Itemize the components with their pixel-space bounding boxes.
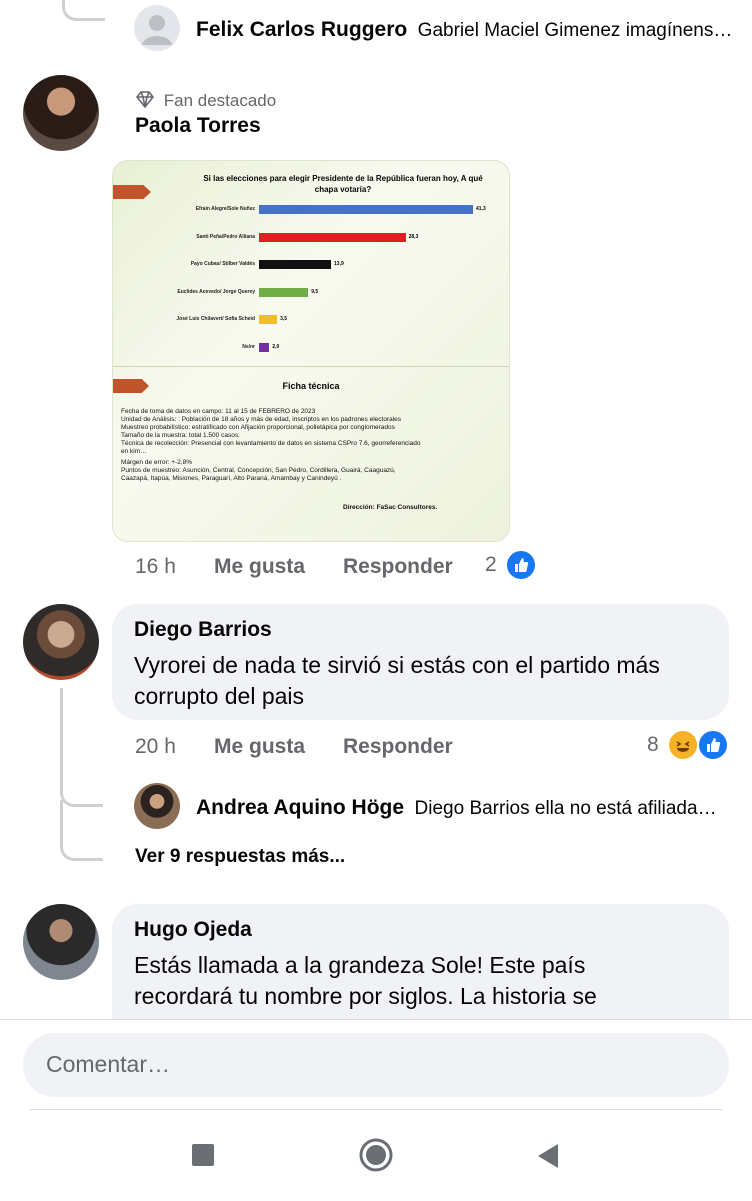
bar-value-label: 2,0 (272, 343, 280, 350)
comment-text: Vyrorei de nada te sirvió si estás con e… (134, 652, 660, 709)
arrow-decoration (113, 185, 151, 199)
bar-0 (259, 205, 473, 214)
reply-preview: Diego Barrios ella no está afiliada… (414, 798, 717, 819)
reply-felix[interactable]: Felix Carlos Ruggero Gabriel Maciel Gime… (196, 18, 736, 42)
comment-time: 20 h (135, 735, 176, 758)
ficha-line: Márgen de error: +-2,8% (121, 459, 192, 466)
laughing-face-icon (676, 741, 690, 752)
thread-connector (62, 0, 105, 21)
bar-category-label: Euclides Acevedo/ Jorge Querey (177, 288, 255, 295)
avatar-andrea[interactable] (134, 783, 180, 829)
comment-time: 16 h (135, 555, 176, 578)
bar-category-label: Payo Cubas/ Stilber Valdés (190, 261, 255, 267)
avatar-felix[interactable] (134, 5, 180, 51)
ficha-title: Ficha técnica (282, 381, 340, 391)
bar-category-label: Efraín Alegre/Sole Nuñez (195, 206, 255, 212)
bar-category-label: Santi Peña/Pedro Alliana (196, 233, 255, 240)
like-button[interactable]: Me gusta (214, 735, 305, 759)
back-triangle-icon (538, 1144, 558, 1168)
bar-2 (259, 260, 332, 269)
back-icon[interactable] (536, 1143, 560, 1169)
like-reaction-icon[interactable] (697, 729, 729, 761)
view-more-replies[interactable]: Ver 9 respuestas más... (135, 846, 345, 868)
badge-label: Fan destacado (163, 91, 277, 110)
bar-category-label: José Luis Chilavert/ Sofía Scheid (176, 316, 255, 322)
bar-category-label: Ns/nr (242, 343, 255, 350)
avatar-hugo[interactable] (23, 904, 99, 980)
chart-title: Si las elecciones para elegir Presidente… (203, 174, 483, 194)
diamond-icon (135, 91, 155, 109)
ficha-line: Muestreo probabilístico: estratificado c… (121, 424, 395, 431)
home-circle-icon (359, 1138, 393, 1172)
reply-author[interactable]: Felix Carlos Ruggero (196, 18, 407, 41)
reply-preview: Gabriel Maciel Gimenez imagínens… (417, 20, 733, 41)
ficha-line: Fecha de toma de datos en campo: 11 al 1… (121, 408, 316, 415)
direccion: Dirección: FaSac Consultores. (343, 504, 438, 511)
thread-connector (60, 800, 103, 861)
ficha-line: Tamaño de la muestra: total 1.500 casos. (121, 432, 240, 439)
ficha-line: Caazapá, Itapúa, Misiones, Paraguarí, Al… (121, 475, 342, 482)
comment-bubble[interactable]: Diego Barrios Vyrorei de nada te sirvió … (112, 604, 729, 720)
recent-apps-icon[interactable] (192, 1144, 214, 1166)
reaction-count[interactable]: 2 (485, 553, 497, 577)
reaction-count[interactable]: 8 (647, 733, 659, 757)
poll-image[interactable]: Si las elecciones para elegir Presidente… (112, 160, 510, 542)
bar-value-label: 13,9 (334, 261, 344, 267)
bar-value-label: 3,5 (280, 316, 288, 322)
bar-value-label: 9,5 (311, 288, 319, 295)
bar-3 (259, 287, 309, 297)
bar-value-label: 41,3 (476, 206, 486, 212)
ficha-line: en kim… (121, 448, 147, 455)
home-icon[interactable] (359, 1138, 393, 1172)
reply-button[interactable]: Responder (343, 555, 453, 579)
comment-author[interactable]: Paola Torres (135, 114, 261, 138)
ficha-line: Técnica de recolección: Presencial con l… (121, 440, 421, 447)
ficha-line: Puntos de muestreo: Asunción, Central, C… (121, 467, 396, 474)
comment-placeholder: Comentar… (46, 1051, 170, 1077)
comment-author[interactable]: Diego Barrios (134, 618, 272, 642)
thumbs-up-icon (707, 738, 721, 752)
thumbs-up-icon (515, 558, 529, 572)
comment-author[interactable]: Hugo Ojeda (134, 918, 252, 942)
divider (113, 366, 509, 367)
like-reaction-icon[interactable] (505, 549, 537, 581)
bar-value-label: 28,3 (408, 233, 419, 240)
haha-reaction-icon[interactable] (667, 729, 699, 761)
comment-text: Estás llamada a la grandeza Sole! Este p… (134, 952, 597, 1009)
reply-author[interactable]: Andrea Aquino Höge (196, 796, 404, 819)
reply-button[interactable]: Responder (343, 735, 453, 759)
default-avatar-icon (142, 15, 172, 45)
like-button[interactable]: Me gusta (214, 555, 305, 579)
bar-1 (259, 232, 406, 242)
top-fan-badge: Fan destacado (135, 91, 276, 111)
bar-4 (259, 315, 278, 324)
thread-connector (60, 688, 103, 807)
ficha-line: Unidad de Análisis: : Población de 18 añ… (121, 416, 402, 423)
avatar-paola[interactable] (23, 75, 99, 151)
comment-input[interactable]: Comentar… (23, 1033, 729, 1097)
bar-5 (259, 342, 270, 352)
divider (30, 1109, 722, 1110)
avatar-diego[interactable] (23, 604, 99, 680)
reply-andrea[interactable]: Andrea Aquino Höge Diego Barrios ella no… (196, 796, 736, 820)
